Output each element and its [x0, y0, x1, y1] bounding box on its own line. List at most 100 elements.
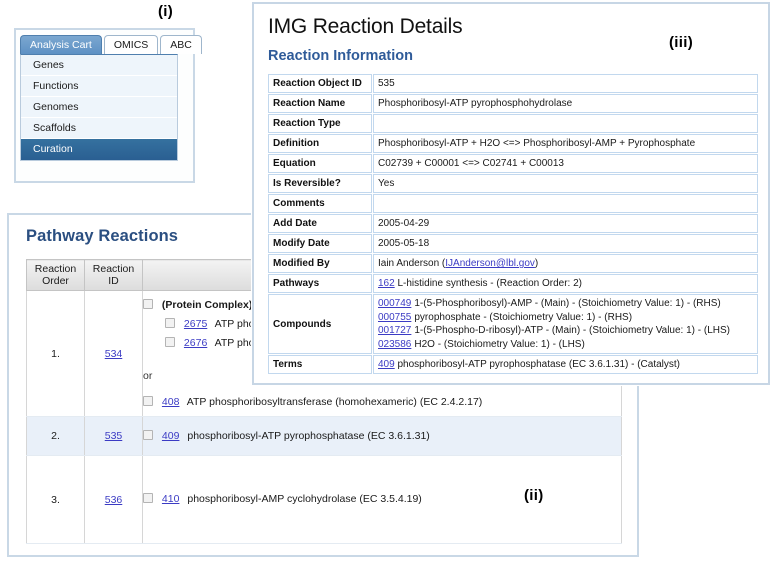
cart-item-scaffolds[interactable]: Scaffolds: [21, 118, 177, 139]
field-key: Equation: [268, 154, 372, 173]
compound-id-link[interactable]: 000755: [378, 312, 411, 323]
field-key: Modified By: [268, 254, 372, 273]
compound-id-link[interactable]: 000749: [378, 298, 411, 309]
reaction-id-link[interactable]: 534: [105, 348, 123, 360]
tab-omics[interactable]: OMICS: [103, 35, 159, 54]
field-row-reaction-type: Reaction Type: [268, 114, 758, 133]
field-key: Modify Date: [268, 234, 372, 253]
alternative-reaction-name: phosphoribosyl-AMP cyclohydrolase (EC 3.…: [187, 493, 422, 505]
field-value: Phosphoribosyl-ATP pyrophosphohydrolase: [373, 94, 758, 113]
reaction-order-cell: 2.: [26, 416, 85, 456]
term-text: phosphoribosyl-ATP pyrophosphatase (EC 3…: [397, 359, 681, 370]
field-key: Reaction Type: [268, 114, 372, 133]
field-value: C02739 + C00001 <=> C02741 + C00013: [373, 154, 758, 173]
pathway-text: L-histidine synthesis - (Reaction Order:…: [397, 278, 582, 289]
field-key: Reaction Name: [268, 94, 372, 113]
analysis-cart-tabs: Analysis Cart OMICS ABC: [20, 34, 202, 54]
img-reaction-details-panel: IMG Reaction Details (iii) Reaction Info…: [252, 2, 770, 385]
field-row-comments: Comments: [268, 194, 758, 213]
checkbox-icon[interactable]: [143, 429, 153, 440]
field-value: 2005-04-29: [373, 214, 758, 233]
field-value: 000749 1-(5-Phosphoribosyl)-AMP - (Main) …: [373, 294, 758, 354]
analysis-cart-list: Genes Functions Genomes Scaffolds Curati…: [20, 54, 178, 161]
term-id-link[interactable]: 409: [378, 359, 395, 370]
alternative-reaction-name: phosphoribosyl-ATP pyrophosphatase (EC 3…: [187, 429, 430, 442]
field-value: Phosphoribosyl-ATP + H2O <=> Phosphoribo…: [373, 134, 758, 153]
alternative-reaction-name: ATP phosphoribosyltransferase (homohexam…: [186, 395, 483, 408]
field-row-is-reversible: Is Reversible? Yes: [268, 174, 758, 193]
column-header-reaction-order: Reaction Order: [26, 259, 85, 291]
field-row-add-date: Add Date 2005-04-29: [268, 214, 758, 233]
reaction-information-table: Reaction Object ID 535 Reaction Name Pho…: [267, 73, 759, 375]
reaction-id-cell: 534: [84, 290, 143, 417]
field-value: Iain Anderson (IJAnderson@lbl.gov): [373, 254, 758, 273]
field-value: [373, 194, 758, 213]
field-row-terms: Terms 409 phosphoribosyl-ATP pyrophospha…: [268, 355, 758, 374]
modified-by-email-link[interactable]: IJAnderson@lbl.gov: [445, 258, 535, 269]
reaction-detail-cell: 410 phosphoribosyl-AMP cyclohydrolase (E…: [142, 455, 622, 544]
field-value: 2005-05-18: [373, 234, 758, 253]
alternative-reaction-line: 410 phosphoribosyl-AMP cyclohydrolase (E…: [143, 490, 621, 509]
complex-member-name: ATP pho: [214, 336, 255, 349]
compound-id-link[interactable]: 001727: [378, 325, 411, 336]
reaction-order-cell: 1.: [26, 290, 85, 417]
complex-member-id-link[interactable]: 2675: [184, 318, 207, 330]
cart-item-functions[interactable]: Functions: [21, 76, 177, 97]
compound-entry: 001727 1-(5-Phospho-D-ribosyl)-ATP - (Mai…: [378, 324, 753, 338]
field-row-modified-by: Modified By Iain Anderson (IJAnderson@lb…: [268, 254, 758, 273]
tab-analysis-cart[interactable]: Analysis Cart: [20, 35, 102, 54]
reaction-id-cell: 536: [84, 455, 143, 544]
reaction-id-link[interactable]: 536: [105, 494, 123, 506]
protein-complex-label: (Protein Complex): [161, 298, 253, 311]
alternative-reaction-id-link[interactable]: 410: [162, 493, 180, 505]
alternative-reaction-id-link[interactable]: 409: [162, 430, 180, 442]
field-value: [373, 114, 758, 133]
checkbox-icon[interactable]: [165, 336, 175, 347]
compound-id-link[interactable]: 023586: [378, 339, 411, 350]
field-key: Compounds: [268, 294, 372, 354]
reaction-id-link[interactable]: 535: [105, 430, 123, 442]
compound-text: 1-(5-Phosphoribosyl)-AMP - (Main) - (Sto…: [414, 298, 721, 309]
cart-item-curation[interactable]: Curation: [21, 139, 177, 160]
field-key: Terms: [268, 355, 372, 374]
field-row-reaction-object-id: Reaction Object ID 535: [268, 74, 758, 93]
figure-label-iii: (iii): [669, 34, 693, 51]
complex-member-name: ATP pho: [214, 317, 255, 330]
compound-text: H2O - (Stoichiometry Value: 1) - (LHS): [414, 338, 585, 350]
alternative-reaction-line: 409 phosphoribosyl-ATP pyrophosphatase (…: [143, 427, 621, 446]
column-header-reaction-id: Reaction ID: [84, 259, 143, 291]
field-row-pathways: Pathways 162 L-histidine synthesis - (Re…: [268, 274, 758, 293]
field-key: Comments: [268, 194, 372, 213]
compound-text: 1-(5-Phospho-D-ribosyl)-ATP - (Main) - (…: [414, 325, 731, 336]
tab-abc[interactable]: ABC: [160, 35, 202, 54]
field-value: Yes: [373, 174, 758, 193]
cart-item-genes[interactable]: Genes: [21, 55, 177, 76]
field-row-reaction-name: Reaction Name Phosphoribosyl-ATP pyropho…: [268, 94, 758, 113]
field-value: 535: [373, 74, 758, 93]
pathway-id-link[interactable]: 162: [378, 278, 395, 289]
checkbox-icon[interactable]: [165, 317, 175, 328]
compound-entry: 000749 1-(5-Phosphoribosyl)-AMP - (Main) …: [378, 297, 753, 311]
complex-member-id-link[interactable]: 2676: [184, 337, 207, 349]
field-key: Add Date: [268, 214, 372, 233]
compound-entry: 023586 H2O - (Stoichiometry Value: 1) - (…: [378, 338, 753, 352]
reaction-order-cell: 3.: [26, 455, 85, 544]
modified-by-person: Iain Anderson (: [378, 258, 446, 269]
alternative-reaction-line: 408 ATP phosphoribosyltransferase (homoh…: [143, 393, 621, 412]
compound-text: pyrophosphate - (Stoichiometry Value: 1)…: [414, 311, 633, 323]
analysis-cart-panel: Analysis Cart OMICS ABC Genes Functions …: [14, 28, 202, 183]
modified-by-suffix: ): [534, 258, 539, 269]
field-value: 409 phosphoribosyl-ATP pyrophosphatase (…: [373, 355, 758, 374]
checkbox-icon[interactable]: [143, 493, 153, 503]
reaction-detail-cell: 409 phosphoribosyl-ATP pyrophosphatase (…: [142, 416, 622, 456]
cart-item-genomes[interactable]: Genomes: [21, 97, 177, 118]
field-row-definition: Definition Phosphoribosyl-ATP + H2O <=> …: [268, 134, 758, 153]
field-row-equation: Equation C02739 + C00001 <=> C02741 + C0…: [268, 154, 758, 173]
alternative-reaction-id-link[interactable]: 408: [162, 396, 180, 408]
checkbox-icon[interactable]: [143, 395, 153, 406]
reaction-id-cell: 535: [84, 416, 143, 456]
field-key: Is Reversible?: [268, 174, 372, 193]
table-row: 2. 535 409 phosphoribosyl-ATP pyrophosph…: [26, 416, 622, 456]
checkbox-icon[interactable]: [143, 298, 153, 309]
figure-label-ii: (ii): [524, 487, 544, 504]
